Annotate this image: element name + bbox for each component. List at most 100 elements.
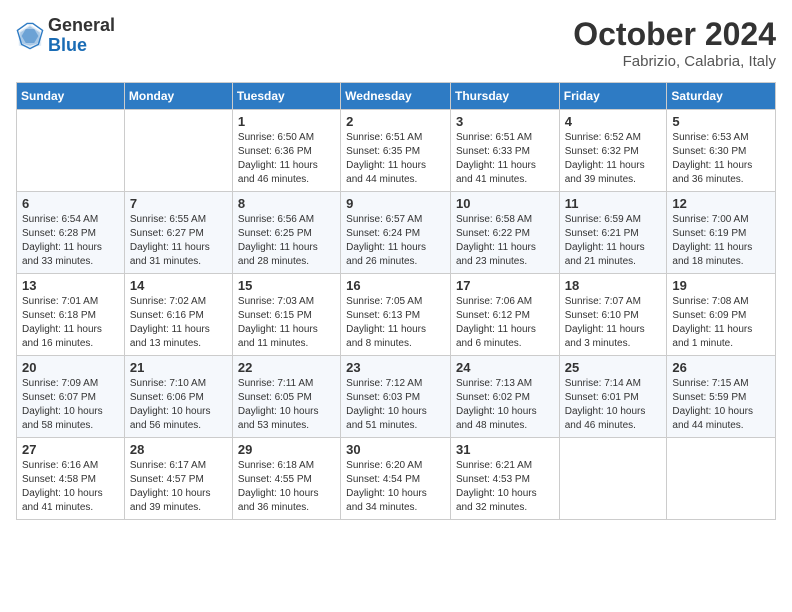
day-info: Sunrise: 7:14 AM Sunset: 6:01 PM Dayligh… (565, 377, 662, 433)
day-number: 20 (22, 360, 119, 375)
calendar-week-row: 20 Sunrise: 7:09 AM Sunset: 6:07 PM Dayli… (17, 356, 776, 438)
calendar-day-cell: 19 Sunrise: 7:08 AM Sunset: 6:09 PM Dayli… (667, 274, 776, 356)
calendar-day-cell: 6 Sunrise: 6:54 AM Sunset: 6:28 PM Daylig… (17, 192, 125, 274)
calendar-week-row: 27 Sunrise: 6:16 AM Sunset: 4:58 PM Dayli… (17, 438, 776, 520)
day-info: Sunrise: 6:53 AM Sunset: 6:30 PM Dayligh… (672, 131, 770, 187)
day-info: Sunrise: 7:06 AM Sunset: 6:12 PM Dayligh… (456, 295, 554, 351)
day-number: 3 (456, 114, 554, 129)
day-info: Sunrise: 6:52 AM Sunset: 6:32 PM Dayligh… (565, 131, 662, 187)
day-info: Sunrise: 6:20 AM Sunset: 4:54 PM Dayligh… (346, 459, 445, 515)
calendar-day-cell: 15 Sunrise: 7:03 AM Sunset: 6:15 PM Dayli… (232, 274, 340, 356)
calendar-day-cell: 12Sunrise: 7:00 AM Sunset: 6:19 PM Dayli… (667, 192, 776, 274)
day-number: 26 (672, 360, 770, 375)
calendar-day-cell (559, 438, 667, 520)
day-number: 27 (22, 442, 119, 457)
day-info: Sunrise: 7:11 AM Sunset: 6:05 PM Dayligh… (238, 377, 335, 433)
calendar-day-cell: 26Sunrise: 7:15 AM Sunset: 5:59 PM Dayli… (667, 356, 776, 438)
calendar-day-cell: 30Sunrise: 6:20 AM Sunset: 4:54 PM Dayli… (341, 438, 451, 520)
day-number: 8 (238, 196, 335, 211)
weekday-header: Saturday (667, 83, 776, 110)
weekday-header: Friday (559, 83, 667, 110)
calendar-day-cell: 3 Sunrise: 6:51 AM Sunset: 6:33 PM Daylig… (450, 110, 559, 192)
calendar-day-cell: 21 Sunrise: 7:10 AM Sunset: 6:06 PM Dayli… (124, 356, 232, 438)
day-number: 21 (130, 360, 227, 375)
calendar-day-cell: 24Sunrise: 7:13 AM Sunset: 6:02 PM Dayli… (450, 356, 559, 438)
day-number: 16 (346, 278, 445, 293)
day-number: 19 (672, 278, 770, 293)
day-info: Sunrise: 7:03 AM Sunset: 6:15 PM Dayligh… (238, 295, 335, 351)
weekday-header-row: SundayMondayTuesdayWednesdayThursdayFrid… (17, 83, 776, 110)
day-info: Sunrise: 6:50 AM Sunset: 6:36 PM Dayligh… (238, 131, 335, 187)
calendar-day-cell: 28Sunrise: 6:17 AM Sunset: 4:57 PM Dayli… (124, 438, 232, 520)
day-number: 14 (130, 278, 227, 293)
day-info: Sunrise: 6:21 AM Sunset: 4:53 PM Dayligh… (456, 459, 554, 515)
day-info: Sunrise: 7:01 AM Sunset: 6:18 PM Dayligh… (22, 295, 119, 351)
calendar-day-cell: 16 Sunrise: 7:05 AM Sunset: 6:13 PM Dayli… (341, 274, 451, 356)
day-info: Sunrise: 6:58 AM Sunset: 6:22 PM Dayligh… (456, 213, 554, 269)
day-info: Sunrise: 6:51 AM Sunset: 6:33 PM Dayligh… (456, 131, 554, 187)
weekday-header: Thursday (450, 83, 559, 110)
logo-text: General Blue (48, 16, 115, 56)
calendar-day-cell: 8 Sunrise: 6:56 AM Sunset: 6:25 PM Daylig… (232, 192, 340, 274)
day-info: Sunrise: 6:59 AM Sunset: 6:21 PM Dayligh… (565, 213, 662, 269)
day-info: Sunrise: 6:56 AM Sunset: 6:25 PM Dayligh… (238, 213, 335, 269)
logo-icon (16, 22, 44, 50)
calendar-day-cell: 20 Sunrise: 7:09 AM Sunset: 6:07 PM Dayli… (17, 356, 125, 438)
calendar-day-cell (124, 110, 232, 192)
weekday-header: Monday (124, 83, 232, 110)
page-header: General Blue October 2024 Fabrizio, Cala… (16, 16, 776, 70)
calendar-day-cell: 25 Sunrise: 7:14 AM Sunset: 6:01 PM Dayli… (559, 356, 667, 438)
logo-general: General (48, 16, 115, 36)
day-info: Sunrise: 6:57 AM Sunset: 6:24 PM Dayligh… (346, 213, 445, 269)
day-number: 29 (238, 442, 335, 457)
calendar-day-cell: 18 Sunrise: 7:07 AM Sunset: 6:10 PM Dayli… (559, 274, 667, 356)
day-number: 2 (346, 114, 445, 129)
day-info: Sunrise: 7:07 AM Sunset: 6:10 PM Dayligh… (565, 295, 662, 351)
calendar-day-cell (667, 438, 776, 520)
calendar-day-cell: 22 Sunrise: 7:11 AM Sunset: 6:05 PM Dayli… (232, 356, 340, 438)
day-info: Sunrise: 7:10 AM Sunset: 6:06 PM Dayligh… (130, 377, 227, 433)
day-info: Sunrise: 6:17 AM Sunset: 4:57 PM Dayligh… (130, 459, 227, 515)
day-info: Sunrise: 6:18 AM Sunset: 4:55 PM Dayligh… (238, 459, 335, 515)
day-info: Sunrise: 7:00 AM Sunset: 6:19 PM Dayligh… (672, 213, 770, 269)
month-title: October 2024 (573, 16, 776, 53)
calendar-day-cell: 11Sunrise: 6:59 AM Sunset: 6:21 PM Dayli… (559, 192, 667, 274)
calendar-week-row: 6 Sunrise: 6:54 AM Sunset: 6:28 PM Daylig… (17, 192, 776, 274)
calendar-day-cell: 13Sunrise: 7:01 AM Sunset: 6:18 PM Dayli… (17, 274, 125, 356)
calendar-day-cell: 31 Sunrise: 6:21 AM Sunset: 4:53 PM Dayli… (450, 438, 559, 520)
calendar-day-cell: 7 Sunrise: 6:55 AM Sunset: 6:27 PM Daylig… (124, 192, 232, 274)
day-info: Sunrise: 6:55 AM Sunset: 6:27 PM Dayligh… (130, 213, 227, 269)
title-block: October 2024 Fabrizio, Calabria, Italy (573, 16, 776, 70)
calendar-day-cell: 17Sunrise: 7:06 AM Sunset: 6:12 PM Dayli… (450, 274, 559, 356)
day-number: 23 (346, 360, 445, 375)
day-info: Sunrise: 7:13 AM Sunset: 6:02 PM Dayligh… (456, 377, 554, 433)
calendar-day-cell: 29 Sunrise: 6:18 AM Sunset: 4:55 PM Dayli… (232, 438, 340, 520)
weekday-header: Tuesday (232, 83, 340, 110)
day-info: Sunrise: 6:51 AM Sunset: 6:35 PM Dayligh… (346, 131, 445, 187)
day-number: 4 (565, 114, 662, 129)
calendar-day-cell: 23Sunrise: 7:12 AM Sunset: 6:03 PM Dayli… (341, 356, 451, 438)
day-number: 5 (672, 114, 770, 129)
day-info: Sunrise: 7:08 AM Sunset: 6:09 PM Dayligh… (672, 295, 770, 351)
day-number: 7 (130, 196, 227, 211)
day-info: Sunrise: 7:02 AM Sunset: 6:16 PM Dayligh… (130, 295, 227, 351)
day-info: Sunrise: 7:05 AM Sunset: 6:13 PM Dayligh… (346, 295, 445, 351)
calendar-week-row: 1Sunrise: 6:50 AM Sunset: 6:36 PM Daylig… (17, 110, 776, 192)
day-info: Sunrise: 6:16 AM Sunset: 4:58 PM Dayligh… (22, 459, 119, 515)
calendar-week-row: 13Sunrise: 7:01 AM Sunset: 6:18 PM Dayli… (17, 274, 776, 356)
day-info: Sunrise: 7:09 AM Sunset: 6:07 PM Dayligh… (22, 377, 119, 433)
day-number: 22 (238, 360, 335, 375)
calendar-day-cell: 2 Sunrise: 6:51 AM Sunset: 6:35 PM Daylig… (341, 110, 451, 192)
calendar-day-cell (17, 110, 125, 192)
location: Fabrizio, Calabria, Italy (573, 53, 776, 70)
logo: General Blue (16, 16, 115, 56)
day-info: Sunrise: 6:54 AM Sunset: 6:28 PM Dayligh… (22, 213, 119, 269)
day-number: 31 (456, 442, 554, 457)
day-number: 15 (238, 278, 335, 293)
calendar-day-cell: 1Sunrise: 6:50 AM Sunset: 6:36 PM Daylig… (232, 110, 340, 192)
day-number: 6 (22, 196, 119, 211)
day-number: 18 (565, 278, 662, 293)
calendar-day-cell: 9Sunrise: 6:57 AM Sunset: 6:24 PM Daylig… (341, 192, 451, 274)
day-number: 25 (565, 360, 662, 375)
day-number: 10 (456, 196, 554, 211)
